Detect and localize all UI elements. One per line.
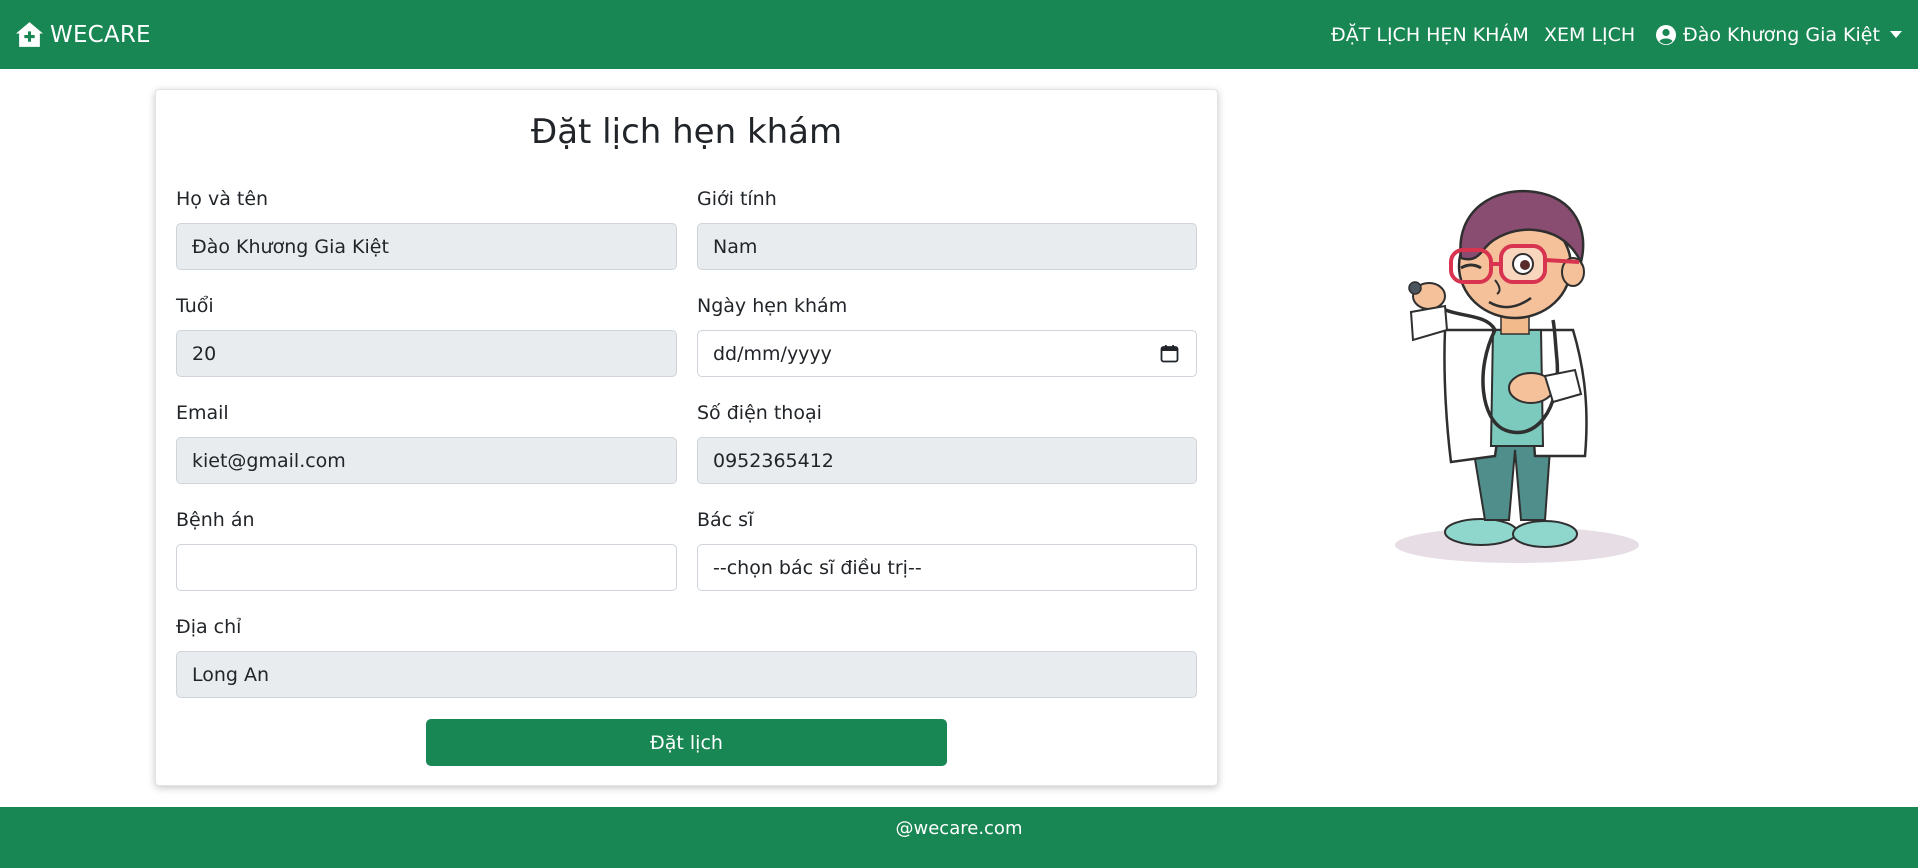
form-title: Đặt lịch hẹn khám (530, 112, 843, 152)
fullname-label: Họ và tên (176, 188, 269, 210)
doctor-illustration (1385, 180, 1645, 570)
user-name: Đào Khương Gia Kiệt (1683, 23, 1880, 46)
age-field[interactable]: 20 (176, 330, 677, 377)
home-plus-icon (15, 21, 44, 48)
email-label: Email (176, 402, 229, 424)
email-field[interactable]: kiet@gmail.com (176, 437, 677, 484)
medical-record-label: Bệnh án (176, 509, 255, 531)
phone-label: Số điện thoại (697, 402, 822, 424)
footer: @wecare.com (0, 807, 1918, 868)
appointment-date-value: dd/mm/yyyy (713, 342, 832, 365)
calendar-icon[interactable] (1160, 344, 1179, 363)
chevron-down-icon (1889, 31, 1902, 38)
gender-field[interactable]: Nam (697, 223, 1197, 270)
brand-name: WECARE (50, 21, 151, 48)
address-field[interactable]: Long An (176, 651, 1197, 698)
book-appointment-button[interactable]: Đặt lịch (426, 719, 947, 766)
user-circle-icon (1655, 24, 1683, 46)
navbar: WECARE ĐẶT LỊCH HẸN KHÁM XEM LỊCH Đào Kh… (0, 0, 1918, 69)
brand-link[interactable]: WECARE (15, 0, 151, 69)
gender-label: Giới tính (697, 188, 777, 210)
phone-field[interactable]: 0952365412 (697, 437, 1197, 484)
user-menu-dropdown[interactable]: Đào Khương Gia Kiệt (1655, 0, 1902, 69)
nav-link-book-appointment[interactable]: ĐẶT LỊCH HẸN KHÁM (1331, 0, 1529, 69)
nav-link-view-schedule[interactable]: XEM LỊCH (1544, 0, 1635, 69)
appointment-date-field[interactable]: dd/mm/yyyy (697, 330, 1197, 377)
doctor-label: Bác sĩ (697, 509, 754, 531)
appointment-date-label: Ngày hẹn khám (697, 295, 848, 317)
doctor-select[interactable]: --chọn bác sĩ điều trị-- (697, 544, 1197, 591)
footer-text: @wecare.com (895, 817, 1023, 839)
medical-record-input[interactable] (176, 544, 677, 591)
fullname-field[interactable]: Đào Khương Gia Kiệt (176, 223, 677, 270)
age-label: Tuổi (176, 295, 214, 317)
address-label: Địa chỉ (176, 616, 242, 638)
